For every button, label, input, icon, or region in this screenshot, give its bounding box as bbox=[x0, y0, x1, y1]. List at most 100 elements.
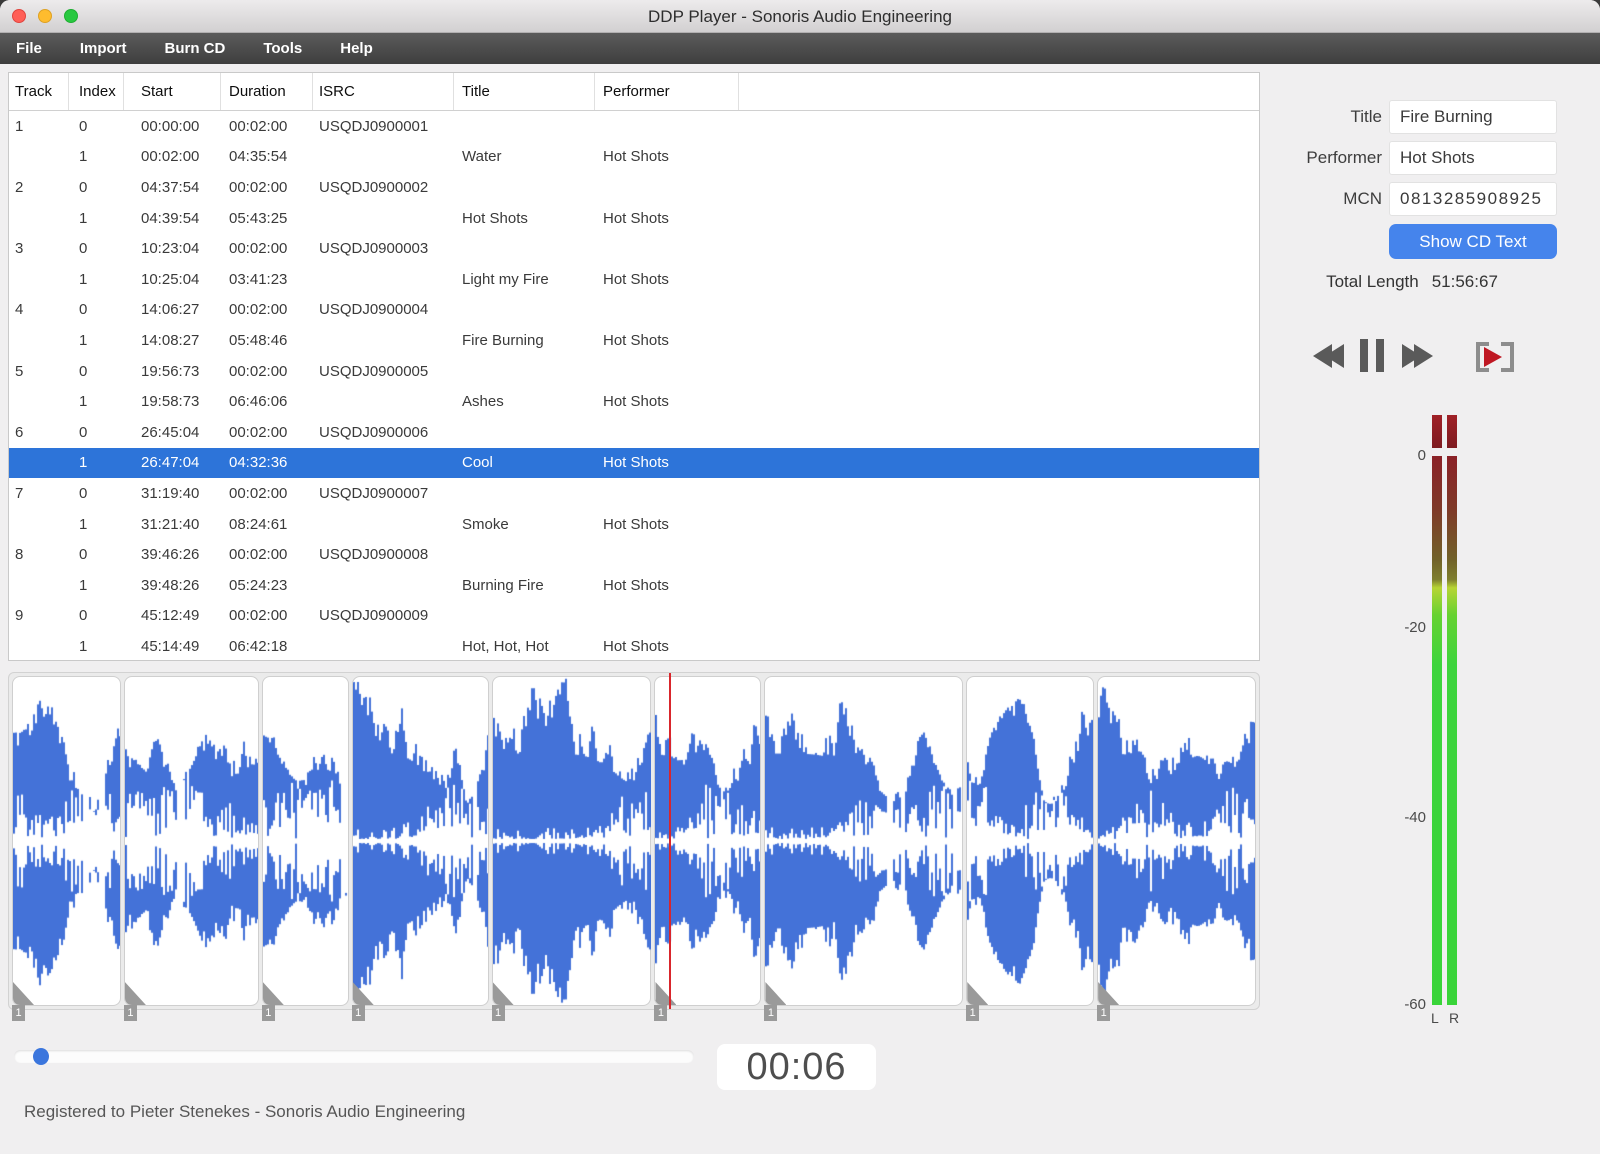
track-index-marker[interactable]: 1 bbox=[1097, 1005, 1111, 1021]
title-field[interactable] bbox=[1389, 100, 1557, 134]
cell-performer: Hot Shots bbox=[603, 454, 669, 472]
waveform-canvas bbox=[655, 677, 761, 1005]
app-window: DDP Player - Sonoris Audio Engineering F… bbox=[0, 0, 1600, 1154]
cell-track: 3 bbox=[15, 240, 24, 258]
cell-start: 31:21:40 bbox=[141, 515, 200, 533]
column-header-track[interactable]: Track bbox=[9, 73, 69, 110]
table-row[interactable]: 8 0 39:46:26 00:02:00 USQDJ0900008 bbox=[9, 539, 1259, 570]
table-row[interactable]: 1 0 00:00:00 00:02:00 USQDJ0900001 bbox=[9, 111, 1259, 142]
table-row[interactable]: 1 39:48:26 05:24:23 Burning Fire Hot Shots bbox=[9, 570, 1259, 601]
column-header-title[interactable]: Title bbox=[454, 73, 595, 110]
cell-isrc: USQDJ0900008 bbox=[319, 546, 429, 564]
table-row[interactable]: 1 00:02:00 04:35:54 Water Hot Shots bbox=[9, 142, 1259, 173]
track-index-marker[interactable]: 1 bbox=[261, 1005, 275, 1021]
pq-play-icon[interactable] bbox=[1476, 340, 1514, 374]
cell-index: 1 bbox=[79, 454, 88, 472]
table-row[interactable]: 9 0 45:12:49 00:02:00 USQDJ0900009 bbox=[9, 601, 1259, 632]
cell-duration: 05:48:46 bbox=[229, 331, 288, 349]
cell-isrc: USQDJ0900003 bbox=[319, 240, 429, 258]
cell-track: 6 bbox=[15, 423, 24, 441]
cell-start: 45:12:49 bbox=[141, 607, 200, 625]
table-row[interactable]: 7 0 31:19:40 00:02:00 USQDJ0900007 bbox=[9, 478, 1259, 509]
track-index-marker[interactable]: 1 bbox=[966, 1005, 980, 1021]
table-row[interactable]: 1 04:39:54 05:43:25 Hot Shots Hot Shots bbox=[9, 203, 1259, 234]
rewind-icon[interactable] bbox=[1313, 344, 1344, 368]
cell-start: 00:00:00 bbox=[141, 117, 200, 135]
cell-index: 0 bbox=[79, 240, 88, 258]
waveform-track-segment[interactable]: 1 bbox=[261, 676, 349, 1021]
table-row[interactable]: 2 0 04:37:54 00:02:00 USQDJ0900002 bbox=[9, 172, 1259, 203]
cell-performer: Hot Shots bbox=[603, 331, 669, 349]
cell-index: 0 bbox=[79, 362, 88, 380]
table-row[interactable]: 1 45:14:49 06:42:18 Hot, Hot, Hot Hot Shots bbox=[9, 631, 1259, 662]
waveform-track-segment[interactable]: 1 bbox=[12, 676, 121, 1021]
fast-forward-icon[interactable] bbox=[1402, 344, 1433, 368]
seek-slider[interactable] bbox=[14, 1048, 694, 1065]
table-row[interactable]: 6 0 26:45:04 00:02:00 USQDJ0900006 bbox=[9, 417, 1259, 448]
waveform-track-segment[interactable]: 1 bbox=[491, 676, 652, 1021]
cell-isrc: USQDJ0900009 bbox=[319, 607, 429, 625]
table-row[interactable]: 1 31:21:40 08:24:61 Smoke Hot Shots bbox=[9, 509, 1259, 540]
menu-import[interactable]: Import bbox=[80, 40, 127, 57]
seek-slider-thumb[interactable] bbox=[33, 1048, 50, 1065]
table-row[interactable]: 1 10:25:04 03:41:23 Light my Fire Hot Shots bbox=[9, 264, 1259, 295]
cell-duration: 04:32:36 bbox=[229, 454, 288, 472]
column-header-duration[interactable]: Duration bbox=[221, 73, 313, 110]
cell-track: 7 bbox=[15, 484, 24, 502]
performer-field-label: Performer bbox=[1306, 148, 1382, 167]
waveform-track-segment[interactable]: 1 bbox=[764, 676, 964, 1021]
waveform-track-segment[interactable]: 1 bbox=[123, 676, 259, 1021]
cell-index: 0 bbox=[79, 423, 88, 441]
performer-field[interactable] bbox=[1389, 141, 1557, 175]
pause-icon[interactable] bbox=[1360, 339, 1384, 372]
cell-start: 31:19:40 bbox=[141, 484, 200, 502]
track-index-marker[interactable]: 1 bbox=[764, 1005, 778, 1021]
track-index-marker[interactable]: 1 bbox=[12, 1005, 25, 1021]
column-header-filler bbox=[739, 73, 1259, 110]
cell-performer: Hot Shots bbox=[603, 637, 669, 655]
cell-index: 1 bbox=[79, 209, 88, 227]
table-row[interactable]: 3 0 10:23:04 00:02:00 USQDJ0900003 bbox=[9, 233, 1259, 264]
cell-isrc: USQDJ0900005 bbox=[319, 362, 429, 380]
table-row[interactable]: 1 19:58:73 06:46:06 Ashes Hot Shots bbox=[9, 386, 1259, 417]
menu-file[interactable]: File bbox=[16, 40, 42, 57]
track-index-marker[interactable]: 1 bbox=[491, 1005, 505, 1021]
cell-track: 2 bbox=[15, 178, 24, 196]
cell-isrc: USQDJ0900007 bbox=[319, 484, 429, 502]
cell-performer: Hot Shots bbox=[603, 576, 669, 594]
waveform-track-segment[interactable]: 1 bbox=[351, 676, 489, 1021]
cell-index: 1 bbox=[79, 331, 88, 349]
track-index-marker[interactable]: 1 bbox=[351, 1005, 365, 1021]
column-header-index[interactable]: Index bbox=[69, 73, 124, 110]
time-display: 00:06 bbox=[717, 1044, 876, 1090]
cell-index: 0 bbox=[79, 484, 88, 502]
menu-tools[interactable]: Tools bbox=[263, 40, 302, 57]
table-row[interactable]: 4 0 14:06:27 00:02:00 USQDJ0900004 bbox=[9, 295, 1259, 326]
column-header-isrc[interactable]: ISRC bbox=[313, 73, 454, 110]
show-cd-text-button[interactable]: Show CD Text bbox=[1389, 224, 1557, 259]
cell-start: 45:14:49 bbox=[141, 637, 200, 655]
track-index-marker[interactable]: 1 bbox=[654, 1005, 668, 1021]
waveform-track-segment[interactable]: 1 bbox=[966, 676, 1095, 1021]
menu-help[interactable]: Help bbox=[340, 40, 373, 57]
title-bar[interactable]: DDP Player - Sonoris Audio Engineering bbox=[0, 0, 1600, 33]
playhead-cursor[interactable] bbox=[669, 673, 671, 1009]
cell-duration: 05:24:23 bbox=[229, 576, 288, 594]
total-length: Total Length 51:56:67 bbox=[1292, 272, 1532, 292]
cell-index: 1 bbox=[79, 515, 88, 533]
cell-start: 19:58:73 bbox=[141, 393, 200, 411]
column-header-start[interactable]: Start bbox=[124, 73, 221, 110]
waveform-track-segment[interactable]: 1 bbox=[1097, 676, 1256, 1021]
cell-performer: Hot Shots bbox=[603, 515, 669, 533]
table-row[interactable]: 5 0 19:56:73 00:02:00 USQDJ0900005 bbox=[9, 356, 1259, 387]
table-header: Track Index Start Duration ISRC Title Pe… bbox=[9, 73, 1259, 111]
table-row[interactable]: 1 26:47:04 04:32:36 Cool Hot Shots bbox=[9, 447, 1259, 479]
cell-isrc: USQDJ0900001 bbox=[319, 117, 429, 135]
mcn-field[interactable] bbox=[1389, 182, 1557, 216]
column-header-performer[interactable]: Performer bbox=[595, 73, 739, 110]
waveform-canvas bbox=[124, 677, 258, 1005]
cell-track: 5 bbox=[15, 362, 24, 380]
menu-burn-cd[interactable]: Burn CD bbox=[165, 40, 226, 57]
track-index-marker[interactable]: 1 bbox=[123, 1005, 137, 1021]
table-row[interactable]: 1 14:08:27 05:48:46 Fire Burning Hot Shots bbox=[9, 325, 1259, 356]
